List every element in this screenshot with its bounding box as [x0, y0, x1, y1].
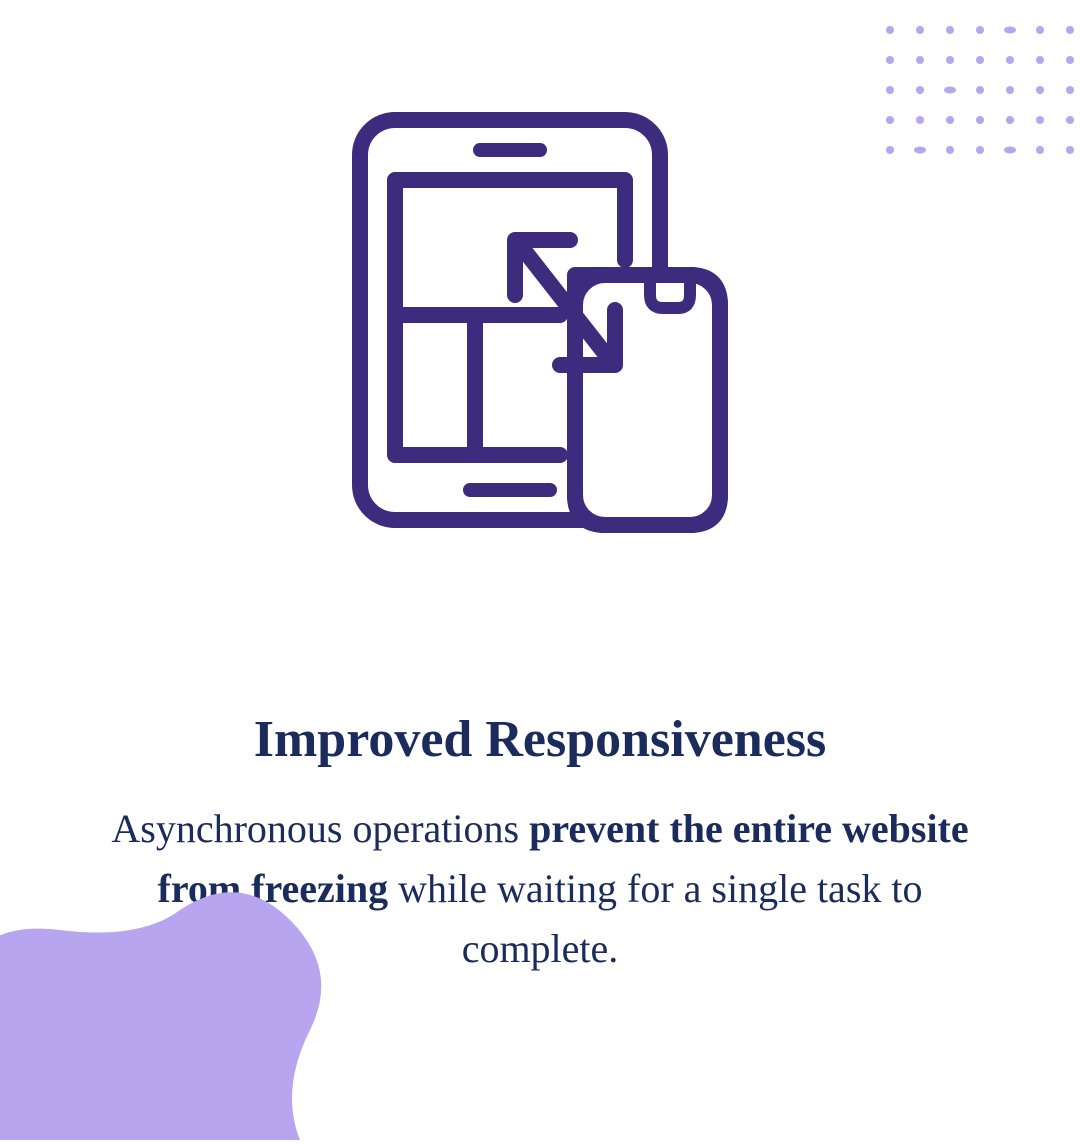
body-text-pre: Asynchronous operations	[111, 806, 529, 851]
decorative-blob	[0, 860, 360, 1140]
heading: Improved Responsiveness	[100, 710, 980, 769]
decorative-dots-pattern	[880, 20, 1080, 180]
body-text-post: while waiting for a single task to compl…	[388, 866, 922, 971]
responsive-devices-icon	[320, 100, 760, 540]
